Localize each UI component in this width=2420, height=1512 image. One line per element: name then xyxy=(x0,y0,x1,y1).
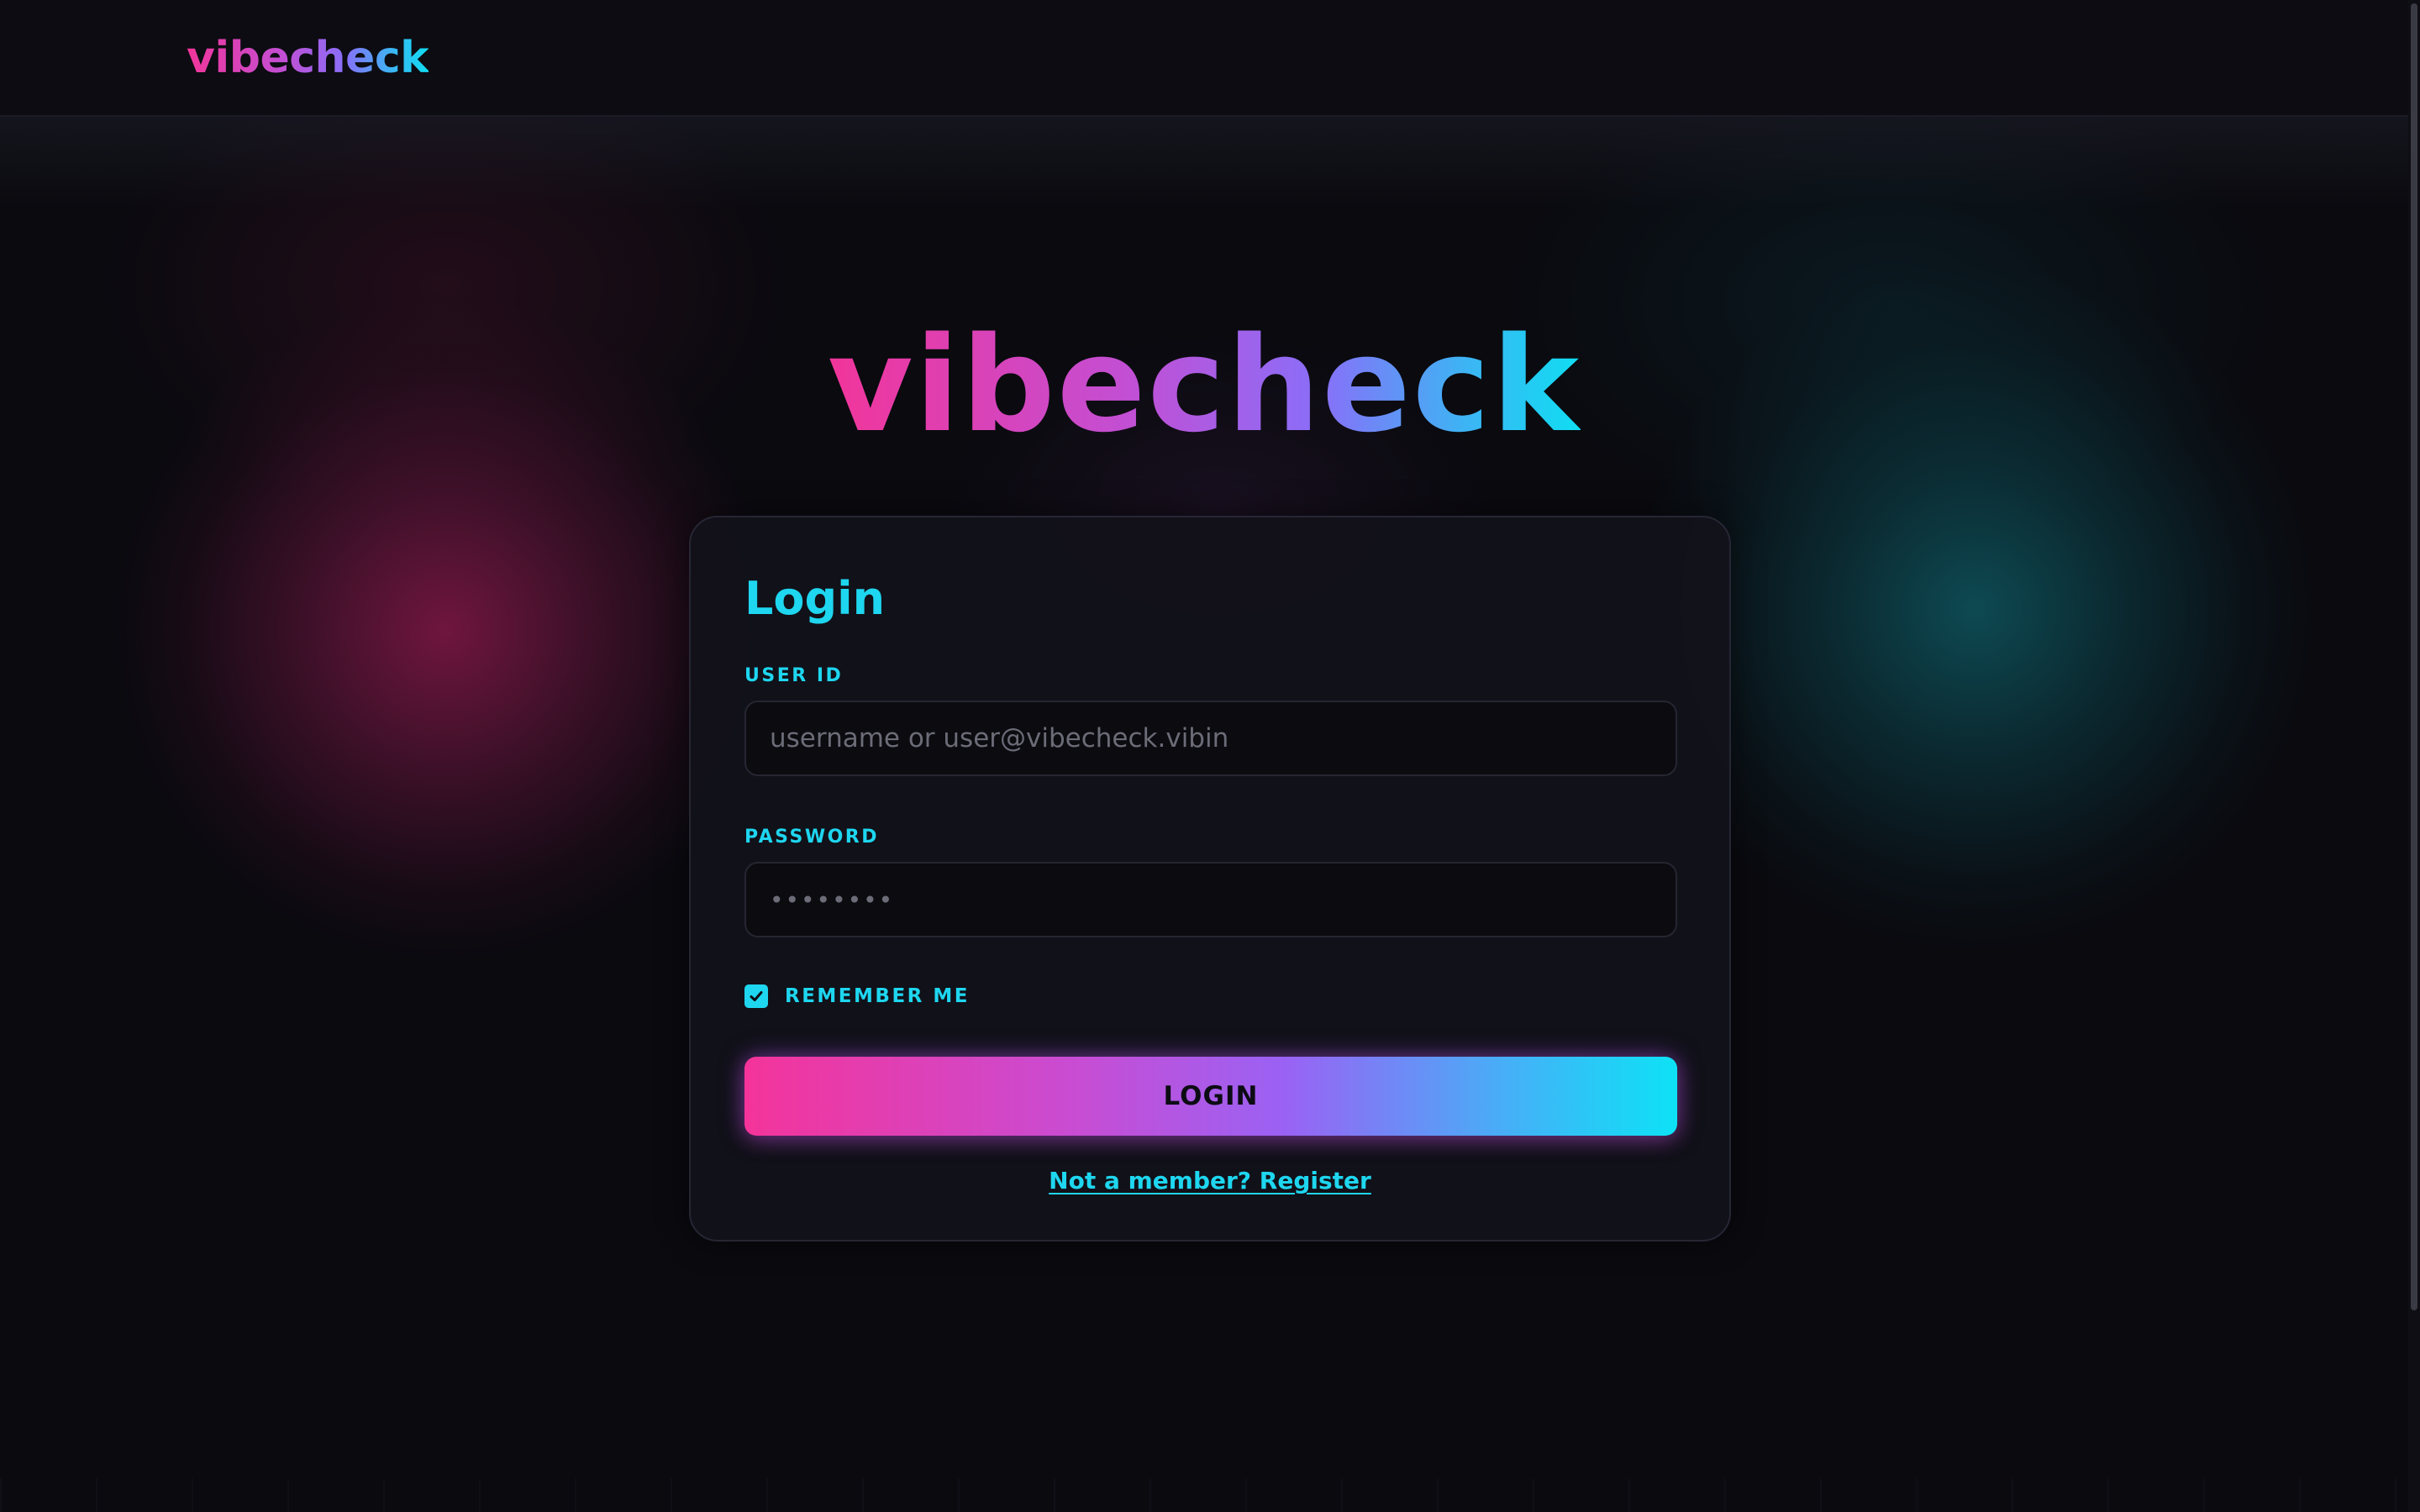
hero-title-text: vibecheck xyxy=(828,305,1581,465)
scrollbar-thumb[interactable] xyxy=(2411,3,2417,1310)
login-card-title: Login xyxy=(744,572,886,625)
login-button[interactable]: LOGIN xyxy=(744,1057,1677,1136)
register-link[interactable]: Not a member? Register xyxy=(691,1164,1729,1198)
brand-logo[interactable]: vibecheck xyxy=(187,29,429,87)
login-page: vibecheck vibecheck Login USER ID PASSWO… xyxy=(0,0,2420,1512)
remember-me-checkbox[interactable] xyxy=(744,984,768,1008)
check-icon xyxy=(750,991,763,1001)
top-navbar: vibecheck xyxy=(0,0,2420,117)
hero-title: vibecheck xyxy=(0,305,2408,465)
header-shadow xyxy=(0,116,2420,208)
password-input[interactable] xyxy=(744,862,1677,937)
remember-me-label[interactable]: REMEMBER ME xyxy=(785,983,970,1010)
user-id-label: USER ID xyxy=(744,665,844,686)
login-card: Login USER ID PASSWORD REMEMBER ME LOGIN… xyxy=(689,516,1731,1242)
background-grid xyxy=(0,1478,2420,1512)
user-id-input[interactable] xyxy=(744,701,1677,776)
page-scrollbar[interactable] xyxy=(2408,0,2420,1512)
password-label: PASSWORD xyxy=(744,827,880,848)
remember-me-row[interactable]: REMEMBER ME xyxy=(744,983,970,1010)
